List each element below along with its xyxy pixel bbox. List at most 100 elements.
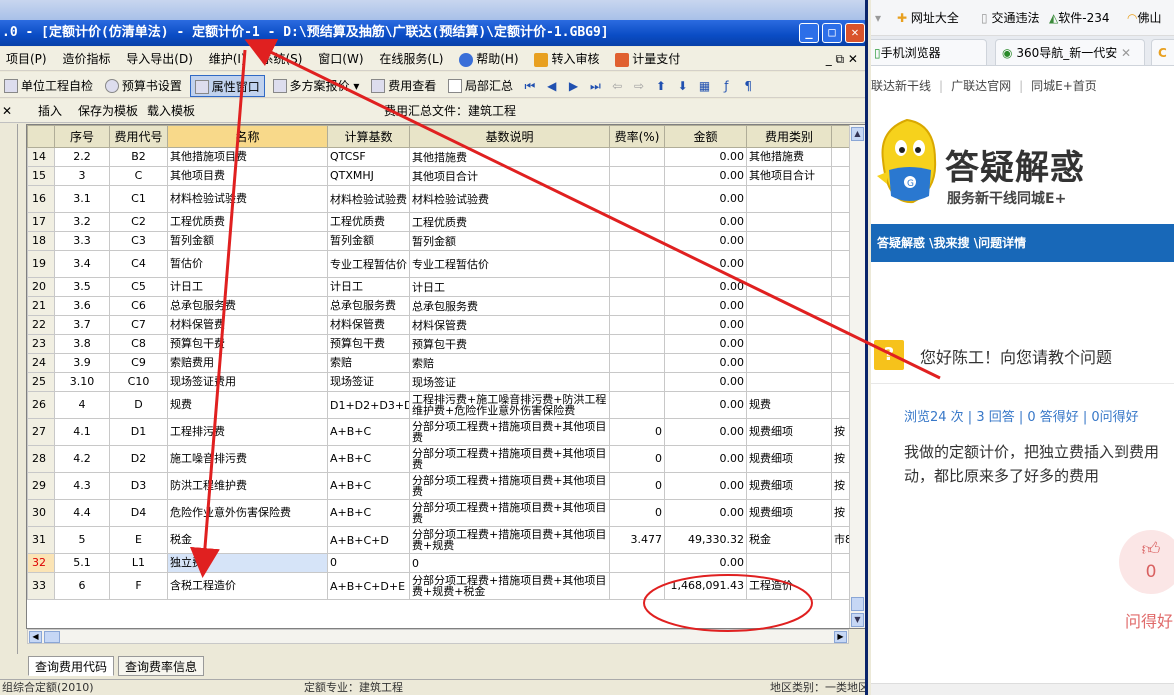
table-row[interactable]: 20 3.5 C5 计日工 计日工 计日工 0.00 [27,277,860,297]
cell-seq[interactable]: 3.2 [54,212,110,232]
cell-rate[interactable] [609,147,665,167]
cell-name[interactable]: 总承包服务费 [167,296,328,316]
last-icon[interactable]: ⏭ [586,73,604,99]
cell-amount[interactable]: 49,330.32 [664,526,747,554]
horizontal-scrollbar[interactable]: ◀ ▶ [27,629,849,644]
cell-base[interactable]: 0 [327,553,410,573]
property-window-button[interactable]: 属性窗口 [189,74,265,97]
cell-desc[interactable]: 索赔 [409,353,610,373]
cell-base[interactable]: 专业工程暂估价 [327,250,410,278]
cell-base[interactable]: 暂列金额 [327,231,410,251]
cell-seq[interactable]: 4.4 [54,499,110,527]
table-row[interactable]: 23 3.8 C8 预算包干费 预算包干费 预算包干费 0.00 [27,334,860,354]
cell-rate[interactable] [609,391,665,419]
cell-base[interactable]: D1+D2+D3+D4 [327,391,410,419]
site-link[interactable]: 同城E+首页 [1031,79,1097,93]
cell-rate[interactable]: 3.477 [609,526,665,554]
cell-seq[interactable]: 3.7 [54,315,110,335]
cell-code[interactable]: D3 [109,472,168,500]
fav-link[interactable]: ◭软件-234 [1049,0,1109,36]
site-link[interactable]: 联达新干线 [871,79,931,93]
fav-link[interactable]: ◠佛山 [1127,0,1162,36]
cell-cat[interactable]: 工程造价 [746,572,832,600]
maximize-button[interactable]: □ [822,23,842,43]
next-icon[interactable]: ▶ [565,73,583,99]
mdi-window-controls[interactable]: _ ⧉ ✕ [820,47,864,71]
cell-rate[interactable] [609,212,665,232]
menu-item-import-export[interactable]: 导入导出(D) [120,47,199,71]
tab-fee-rate[interactable]: 查询费率信息 [118,656,205,676]
cell-code[interactable]: C1 [109,185,168,213]
menu-item-help[interactable]: 帮助(H) [453,47,524,71]
cell-cat[interactable] [746,334,832,354]
cell-seq[interactable]: 3.5 [54,277,110,297]
table-row[interactable]: 14 2.2 B2 其他措施项目费 QTCSF 其他措施费 0.00 其他措施费 [27,147,860,167]
cell-code[interactable]: D4 [109,499,168,527]
table-row[interactable]: 24 3.9 C9 索赔费用 索赔 索赔 0.00 [27,353,860,373]
cell-amount[interactable]: 0.00 [664,166,747,186]
cell-base[interactable]: A+B+C [327,499,410,527]
unit-check-button[interactable]: 单位工程自检 [0,75,97,97]
cell-desc[interactable]: 计日工 [409,277,610,297]
header-cell[interactable]: 费用类别 [746,125,832,148]
table-row[interactable]: 19 3.4 C4 暂估价 专业工程暂估价 专业工程暂估价 0.00 [27,250,860,278]
insert-button[interactable]: 插入 [38,99,62,123]
table-row[interactable]: 264D规费D1+D2+D3+D4工程排污费+施工噪音排污费+防洪工程维护费+危… [27,391,860,419]
cell-cat[interactable]: 规费细项 [746,472,832,500]
table-row[interactable]: 18 3.3 C3 暂列金额 暂列金额 暂列金额 0.00 [27,231,860,251]
header-cell[interactable]: 金额 [664,125,747,148]
cell-amount[interactable]: 0.00 [664,212,747,232]
menu-item-online-service[interactable]: 在线服务(L) [373,47,449,71]
move-up-icon[interactable]: ⬆ [652,73,670,99]
cell-amount[interactable]: 0.00 [664,296,747,316]
cell-name[interactable]: 预算包干费 [167,334,328,354]
cell-desc[interactable]: 工程优质费 [409,212,610,232]
menu-item-pay[interactable]: 计量支付 [609,47,686,71]
table-row[interactable]: 27 4.1 D1 工程排污费 A+B+C 分部分项工程费+措施项目费+其他项目费 0 0.0… [27,418,860,446]
cell-seq[interactable]: 3.3 [54,231,110,251]
cell-base[interactable]: A+B+C+D [327,526,410,554]
cell-base[interactable]: QTXMHJ [327,166,410,186]
cell-cat[interactable]: 规费细项 [746,445,832,473]
cell-name[interactable]: 计日工 [167,277,328,297]
cell-base[interactable]: QTCSF [327,147,410,167]
cell-rate[interactable] [609,553,665,573]
cell-seq[interactable]: 5.1 [54,553,110,573]
table-row[interactable]: 32 5.1 L1 独立费 0 0 0.00 [27,553,860,573]
close-tab-icon[interactable]: ✕ [1121,46,1131,60]
prev-icon[interactable]: ◀ [543,73,561,99]
cell-rate[interactable] [609,231,665,251]
cell-code[interactable]: C6 [109,296,168,316]
cell-desc[interactable]: 分部分项工程费+措施项目费+其他项目费 [409,472,610,500]
cell-name[interactable]: 暂估价 [167,250,328,278]
cell-code[interactable]: C10 [109,372,168,392]
cell-rate[interactable] [609,572,665,600]
cell-cat[interactable]: 税金 [746,526,832,554]
cell-base[interactable]: 工程优质费 [327,212,410,232]
cell-desc[interactable]: 其他项目合计 [409,166,610,186]
good-question-link[interactable]: 问得好 [1125,608,1173,632]
cell-name[interactable]: 其他措施项目费 [167,147,328,167]
menu-item-project[interactable]: 项目(P) [0,47,53,71]
cell-amount[interactable]: 0.00 [664,147,747,167]
cell-desc[interactable]: 0 [409,553,610,573]
minimize-button[interactable]: _ [799,23,819,43]
browser-tab[interactable]: ◉ 360导航_新一代安 ✕ [995,39,1145,65]
cell-rate[interactable] [609,315,665,335]
cell-desc[interactable]: 分部分项工程费+措施项目费+其他项目费 [409,499,610,527]
cell-rate[interactable] [609,353,665,373]
cell-seq[interactable]: 2.2 [54,147,110,167]
cell-amount[interactable]: 0.00 [664,250,747,278]
cell-code[interactable]: D1 [109,418,168,446]
cell-desc[interactable]: 材料检验试验费 [409,185,610,213]
table-row[interactable]: 31 5 E 税金 A+B+C+D 分部分项工程费+措施项目费+其他项目费+规费 3.477… [27,526,860,554]
cell-cat[interactable] [746,250,832,278]
scroll-up-icon[interactable]: ▲ [851,127,864,141]
cell-seq[interactable]: 5 [54,526,110,554]
paragraph-icon[interactable]: ¶ [739,73,757,99]
cell-cat[interactable] [746,212,832,232]
back-icon[interactable]: ⇦ [608,73,626,99]
cell-base[interactable]: 总承包服务费 [327,296,410,316]
cell-code[interactable]: C3 [109,231,168,251]
scroll-thumb[interactable] [851,597,864,611]
